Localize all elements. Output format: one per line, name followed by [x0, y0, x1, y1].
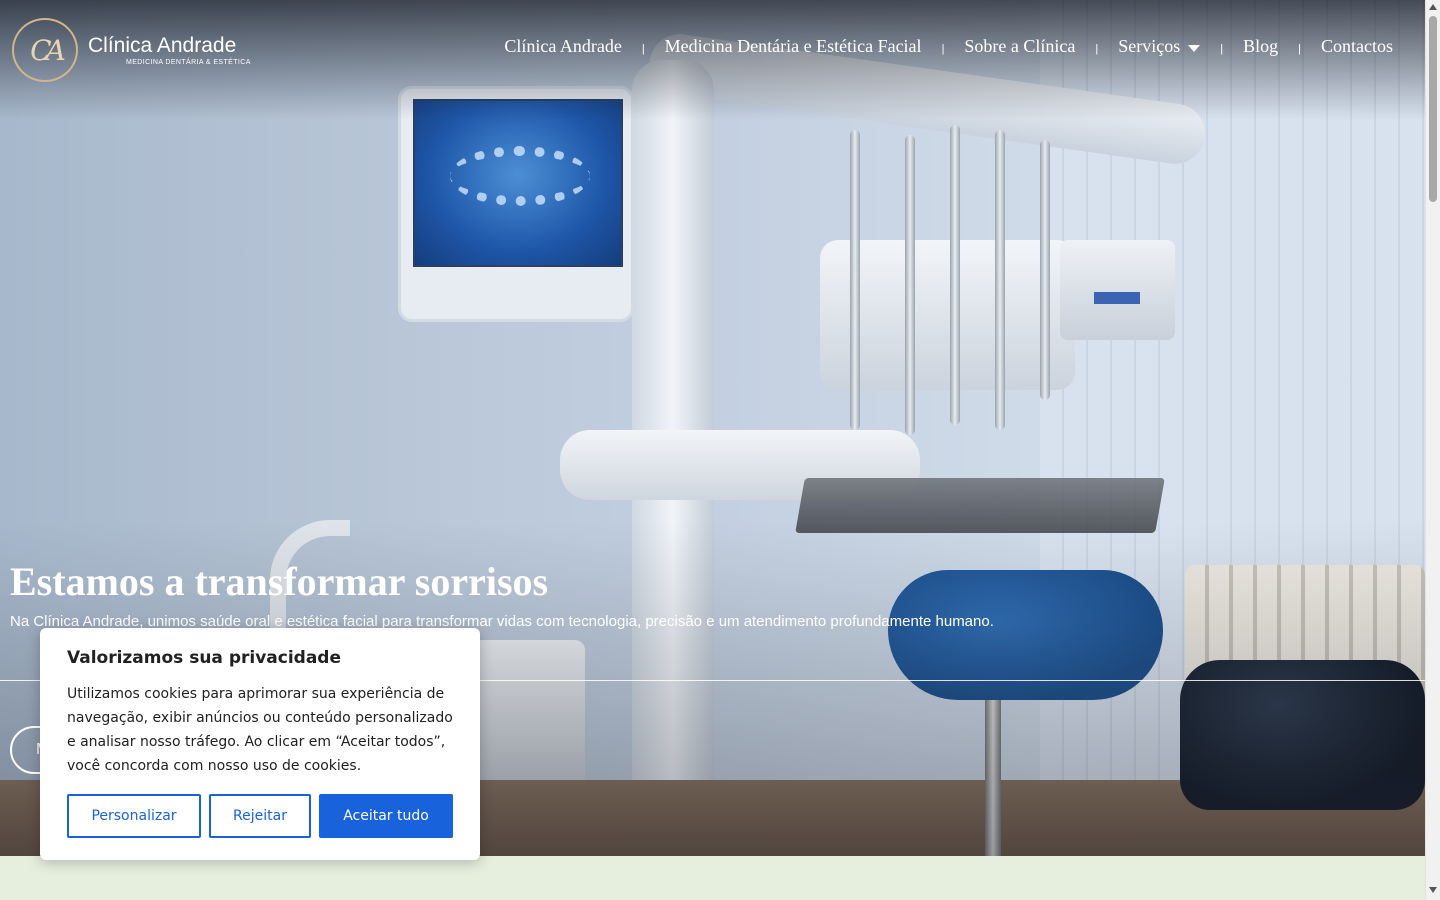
logo-name: Clínica Andrade: [88, 33, 237, 57]
nav-separator: |: [1095, 42, 1099, 55]
cookie-description: Utilizamos cookies para aprimorar sua ex…: [67, 686, 453, 774]
scrollbar-thumb[interactable]: [1429, 16, 1437, 202]
reject-button[interactable]: Rejeitar: [209, 794, 311, 838]
cookie-title: Valorizamos sua privacidade: [67, 648, 342, 668]
nav-separator: |: [1298, 42, 1301, 55]
nav-servicos-label: Serviços: [1118, 36, 1181, 56]
scroll-down-arrow-icon[interactable]: [1429, 887, 1437, 893]
caret-down-icon[interactable]: [1188, 44, 1201, 52]
nav-separator: |: [641, 42, 645, 55]
cookie-consent-dialog: Valorizamos sua privacidade Utilizamos c…: [40, 628, 480, 860]
dental-monitor-image: [398, 86, 634, 322]
nav-clinica-andrade[interactable]: Clínica Andrade: [504, 36, 621, 57]
nav-medicina-dentaria[interactable]: Medicina Dentária e Estética Facial: [665, 36, 922, 57]
ca-monogram-icon: CA: [12, 18, 78, 82]
logo-tagline: MEDICINA DENTÁRIA & ESTÉTICA: [126, 58, 251, 66]
accept-all-button[interactable]: Aceitar tudo: [319, 794, 453, 838]
customize-button[interactable]: Personalizar: [67, 794, 201, 838]
scroll-up-arrow-icon[interactable]: [1429, 4, 1437, 10]
hero-title: Estamos a transformar sorrisos: [10, 559, 549, 604]
site-logo[interactable]: CA Clínica Andrade MEDICINA DENTÁRIA & E…: [12, 18, 251, 82]
nav-separator: |: [941, 42, 945, 55]
nav-contactos[interactable]: Contactos: [1321, 36, 1393, 57]
nav-separator: |: [1220, 42, 1224, 55]
main-nav: Clínica Andrade | Medicina Dentária e Es…: [504, 36, 1393, 57]
next-section-band: [0, 856, 1425, 900]
site-header: CA Clínica Andrade MEDICINA DENTÁRIA & E…: [0, 0, 1425, 100]
nav-sobre-clinica[interactable]: Sobre a Clínica: [964, 36, 1075, 57]
nav-blog[interactable]: Blog: [1243, 36, 1278, 57]
page-scrollbar[interactable]: [1425, 0, 1440, 900]
nav-servicos[interactable]: Serviços: [1118, 36, 1201, 57]
cookie-buttons: Personalizar Rejeitar Aceitar tudo: [67, 794, 453, 838]
